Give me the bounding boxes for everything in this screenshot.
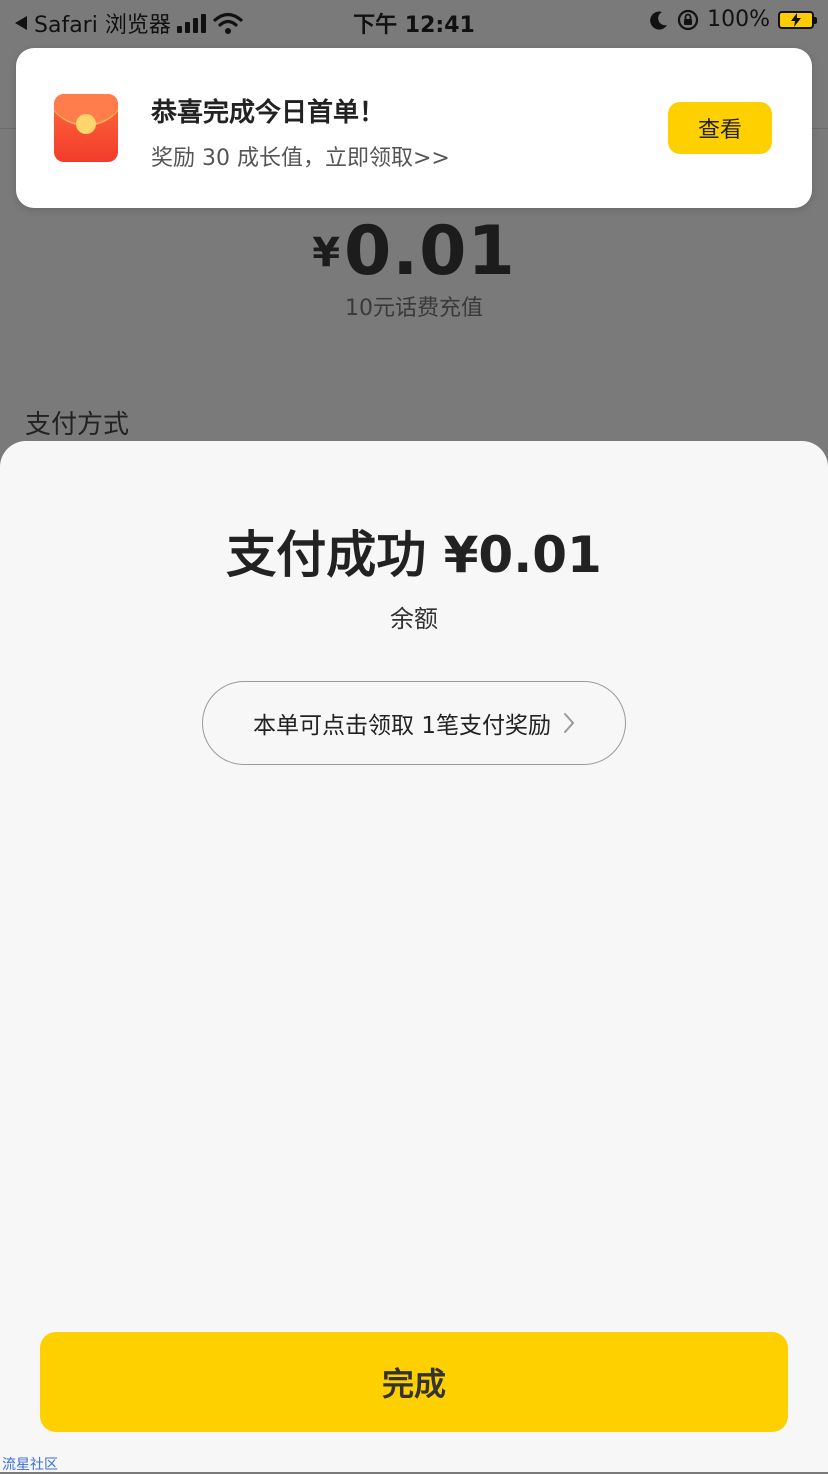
watermark: 流星社区 — [2, 1457, 58, 1473]
notification-banner[interactable]: 恭喜完成今日首单！ 奖励 30 成长值，立即领取>> 查看 — [16, 48, 812, 208]
battery-percent: 100% — [707, 7, 770, 32]
amount-value: 0.01 — [344, 212, 516, 291]
status-bar-right: 100% — [649, 7, 817, 32]
reward-text: 本单可点击领取 1笔支付奖励 — [253, 713, 551, 739]
payment-method-label: 支付方式 — [25, 410, 130, 440]
claim-reward-button[interactable]: 本单可点击领取 1笔支付奖励 — [202, 681, 626, 765]
payment-success-title: 支付成功 ¥0.01 — [226, 526, 602, 584]
rotation-lock-icon — [677, 9, 699, 30]
banner-subtitle[interactable]: 奖励 30 成长值，立即领取>> — [151, 140, 450, 172]
product-name: 10元话费充值 — [345, 296, 483, 321]
battery-icon — [778, 10, 817, 29]
order-amount: ¥0.01 — [0, 212, 828, 291]
currency-symbol: ¥ — [312, 230, 341, 276]
payment-method-value: 余额 — [390, 605, 438, 633]
view-button[interactable]: 查看 — [668, 102, 772, 154]
chevron-right-icon — [563, 713, 575, 733]
status-bar: Safari 浏览器 下午 12:41 100% — [0, 0, 828, 42]
done-button[interactable]: 完成 — [40, 1332, 788, 1432]
red-envelope-icon — [54, 94, 118, 162]
payment-success-sheet: 支付成功 ¥0.01 余额 本单可点击领取 1笔支付奖励 完成 — [0, 441, 828, 1472]
moon-icon — [650, 11, 668, 30]
banner-title: 恭喜完成今日首单！ — [151, 98, 386, 128]
